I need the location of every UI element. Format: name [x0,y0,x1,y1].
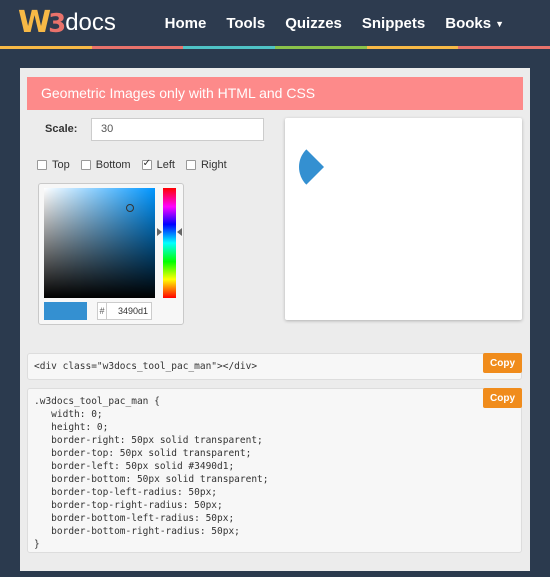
checkbox-left[interactable]: Left [141,158,175,171]
hex-input[interactable]: # 3490d1 [97,302,152,320]
tool-panel: Geometric Images only with HTML and CSS … [20,68,530,571]
hex-value: 3490d1 [117,306,148,316]
saturation-value-area[interactable] [44,188,155,298]
css-code-line: border-left: 50px solid #3490d1; [34,461,235,472]
nav-snippets[interactable]: Snippets [362,15,425,32]
checkbox-label: Bottom [95,159,131,171]
logo-mark: W3 [18,4,66,40]
nav-quizzes[interactable]: Quizzes [285,15,342,32]
tool-title: Geometric Images only with HTML and CSS [41,85,316,101]
checkbox-box[interactable] [37,160,47,170]
stripe-segment [366,46,459,49]
hue-arrow-right-icon[interactable] [157,228,162,236]
scale-label: Scale: [45,123,78,135]
checkbox-label: Right [200,159,227,171]
tool-title-bar: Geometric Images only with HTML and CSS [27,77,523,110]
nav-books-label: Books [445,15,492,32]
css-code-block: .w3docs_tool_pac_man { width: 0; height:… [27,388,522,553]
main-nav: Home Tools Quizzes Snippets Books ▼ [165,15,550,32]
html-code-block: <div class="w3docs_tool_pac_man"></div> [27,353,522,380]
css-code-line: border-top-left-radius: 50px; [34,487,218,498]
direction-checkboxes: Top Bottom Left Right [37,158,238,171]
top-navbar: W3 docs Home Tools Quizzes Snippets Book… [0,0,550,49]
copy-css-button[interactable]: Copy [483,388,522,408]
css-code-line: height: 0; [34,422,109,433]
css-code-line: .w3docs_tool_pac_man { [34,396,160,407]
shape-preview [285,118,522,320]
color-cursor-handle[interactable] [126,204,134,212]
hue-arrow-left-icon[interactable] [177,228,182,236]
caret-down-icon: ▼ [495,18,504,29]
nav-home[interactable]: Home [165,15,207,32]
css-code-line: border-top-right-radius: 50px; [34,500,223,511]
checkbox-box[interactable] [80,160,91,170]
nav-tools[interactable]: Tools [226,15,265,32]
css-code-line: border-bottom: 50px solid transparent; [34,474,269,485]
color-swatch [44,302,87,320]
pac-man-shape [299,142,349,192]
css-code-line: border-right: 50px solid transparent; [34,435,263,446]
hex-hash-label: # [98,303,107,319]
html-code-text: <div class="w3docs_tool_pac_man"></div> [34,361,258,372]
checkbox-box-checked[interactable] [141,158,152,170]
css-code-line: width: 0; [34,409,103,420]
navbar-color-stripe [0,46,550,49]
scale-input[interactable]: 30 [91,118,264,141]
css-code-line: border-bottom-left-radius: 50px; [34,513,235,524]
w3docs-logo[interactable]: W3 docs [18,4,116,40]
stripe-segment [458,46,550,49]
css-code-line: border-top: 50px solid transparent; [34,448,252,459]
nav-books[interactable]: Books ▼ [445,15,504,32]
hue-slider[interactable] [163,188,176,298]
css-code-line: border-bottom-right-radius: 50px; [34,526,240,537]
stripe-segment [183,46,276,49]
stripe-segment [0,46,92,49]
color-picker: # 3490d1 [38,183,184,325]
logo-text: docs [65,9,116,36]
css-code-line: } [34,539,40,550]
checkbox-bottom[interactable]: Bottom [80,159,131,171]
checkbox-label: Top [52,159,70,171]
checkbox-box[interactable] [185,160,196,170]
checkbox-top[interactable]: Top [37,159,70,171]
copy-html-button[interactable]: Copy [483,353,522,373]
checkbox-right[interactable]: Right [185,159,227,171]
checkbox-label: Left [156,159,175,171]
stripe-segment [275,46,367,49]
stripe-segment [91,46,184,49]
